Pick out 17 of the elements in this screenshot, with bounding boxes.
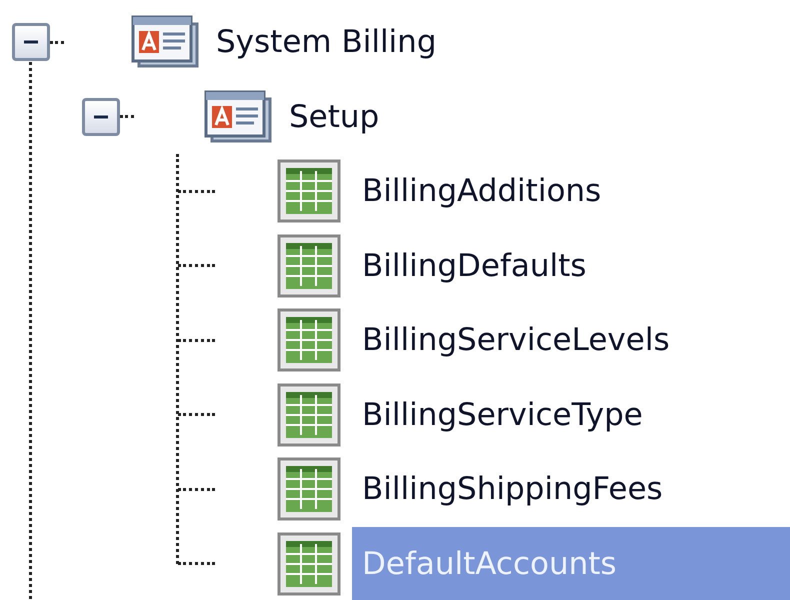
table-icon [277,457,341,522]
table-icon [277,382,341,447]
table-icon [277,532,341,596]
tree-item[interactable]: BillingDefaults [352,228,596,303]
tree-item[interactable]: Setup [279,80,390,154]
tree-item[interactable]: BillingAdditions [352,154,612,228]
collapse-icon[interactable] [12,23,50,62]
table-icon [277,308,341,372]
table-icon [277,234,341,298]
tree-item[interactable]: System Billing [206,5,446,80]
collapse-icon[interactable] [82,98,120,136]
table-icon [277,159,341,224]
window-icon [131,14,201,70]
tree-item[interactable]: BillingServiceType [352,378,653,452]
tree-item[interactable]: BillingShippingFees [352,452,673,526]
window-icon [204,88,274,145]
tree-item[interactable]: BillingServiceLevels [352,303,680,378]
